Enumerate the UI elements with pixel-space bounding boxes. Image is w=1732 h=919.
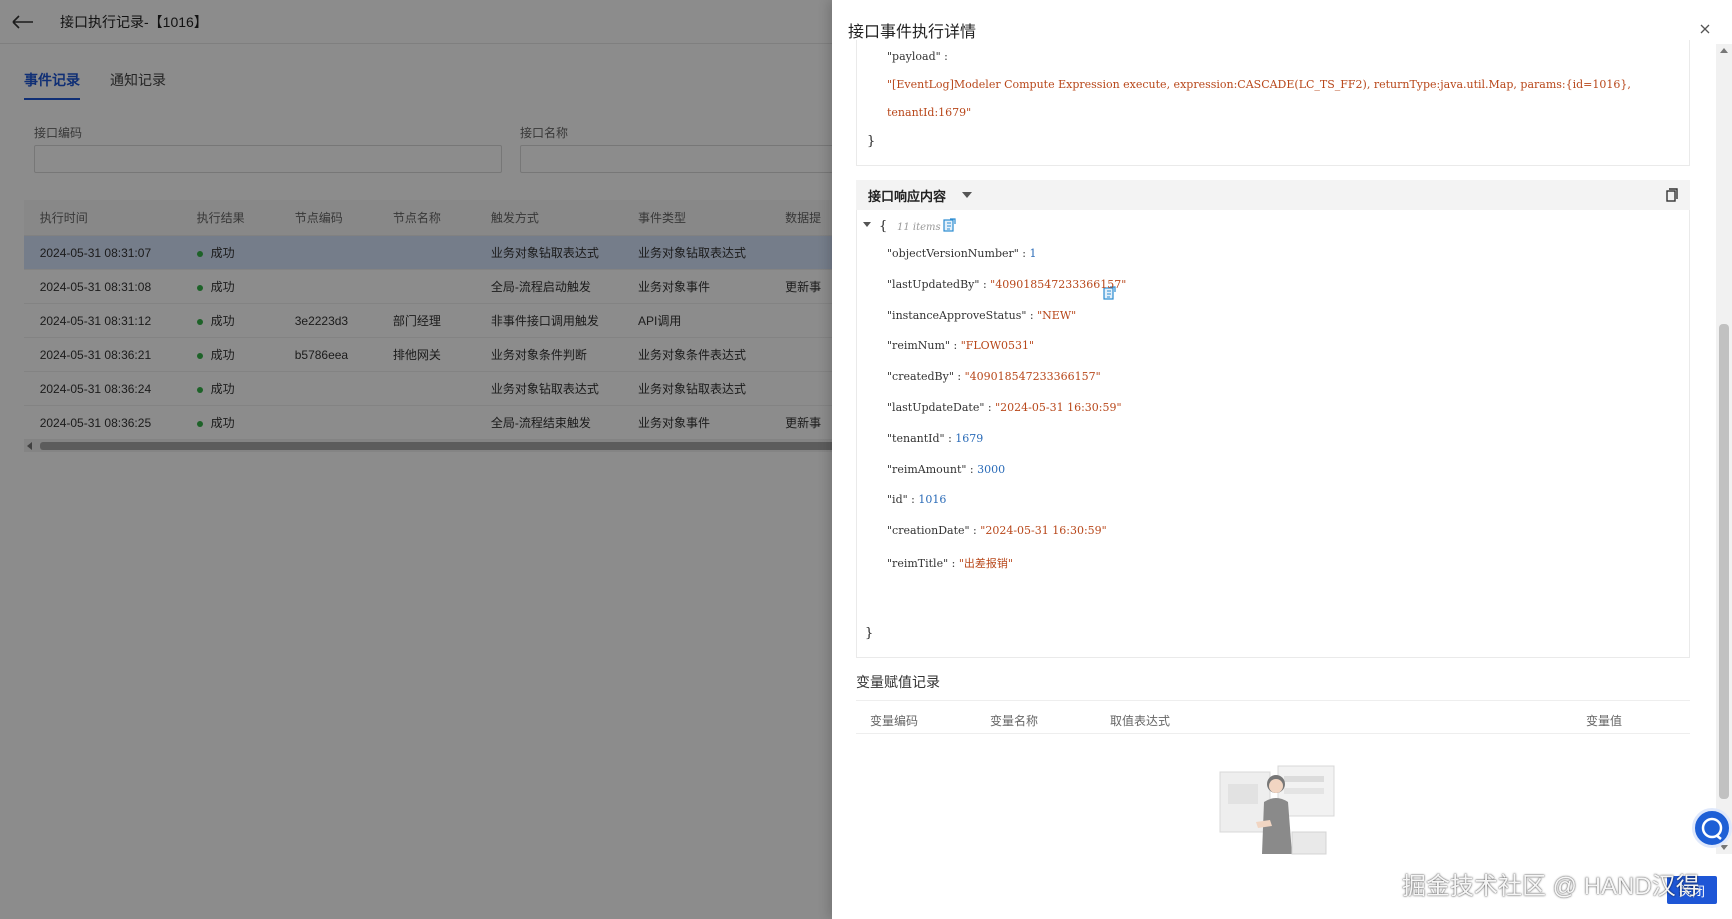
empty-state-illustration [1218,762,1338,858]
chevron-down-icon[interactable] [962,192,973,198]
copy-object-icon[interactable] [943,218,956,232]
modal-mask[interactable] [0,0,832,919]
col-variable-code: 变量编码 [870,714,919,728]
json-value[interactable]: "NEW" [1037,309,1076,322]
json-item-count: 11 items [897,222,941,233]
json-close-brace: } [865,626,874,641]
collapse-toggle-icon[interactable] [863,222,871,227]
copy-icon[interactable] [1666,188,1678,202]
chat-assistant-button[interactable] [1692,808,1732,848]
watermark-text: 掘金技术社区 @ HAND汉得 [1402,873,1700,900]
json-field: "instanceApproveStatus" : "NEW" [887,308,1077,322]
col-variable-name: 变量名称 [990,714,1039,728]
payload-key: "payload" : [887,50,948,63]
drawer-title: 接口事件执行详情 [848,24,977,41]
json-open-brace: { [879,219,888,234]
variable-table-header: 变量编码 变量名称 取值表达式 变量值 [856,700,1690,734]
json-value[interactable]: "2024-05-31 16:30:59" [995,401,1121,414]
scrollbar-thumb[interactable] [1719,324,1729,799]
json-value[interactable]: "FLOW0531" [961,339,1034,352]
json-field: "creationDate" : "2024-05-31 16:30:59" [887,524,1107,538]
json-key: "createdBy" [887,370,954,384]
col-value-expression: 取值表达式 [1110,714,1171,728]
payload-value-line2: tenantId:1679" [887,106,972,119]
json-field: "reimAmount" : 3000 [887,462,1006,476]
response-section-title: 接口响应内容 [868,188,947,204]
payload-value-line1: "[EventLog]Modeler Compute Expression ex… [887,78,1631,91]
vertical-scrollbar[interactable] [1716,44,1732,854]
json-value[interactable]: "出差报销" [959,557,1013,570]
json-field: "reimTitle" : "出差报销" [887,557,1013,570]
json-value[interactable]: "409018547233366157" [965,370,1101,383]
json-value[interactable]: "2024-05-31 16:30:59" [980,524,1106,537]
json-key: "reimNum" [887,339,950,353]
json-field: "tenantId" : 1679 [887,431,984,445]
close-icon[interactable] [1698,22,1712,36]
variable-records-title: 变量赋值记录 [856,674,940,690]
detail-drawer: 接口事件执行详情 "payload" : "[EventLog]Modeler … [832,0,1732,919]
json-key: "tenantId" [887,431,945,445]
json-key: "lastUpdateDate" [887,401,985,414]
json-value[interactable]: 1679 [955,432,983,445]
json-field: "objectVersionNumber" : 1 [887,247,1037,260]
json-value[interactable]: 1016 [918,493,946,506]
response-json-box: { 11 items "objectVersionNumber" : 1 "las… [856,210,1690,658]
json-field: "id" : 1016 [887,493,947,507]
response-section-header[interactable]: 接口响应内容 [856,180,1690,210]
json-value[interactable]: 1 [1030,247,1037,260]
json-field: "lastUpdatedBy" : "409018547233366157" [887,277,1127,291]
json-key: "instanceApproveStatus" [887,308,1027,322]
col-variable-value: 变量值 [1586,714,1623,728]
json-field: "lastUpdateDate" : "2024-05-31 16:30:59" [887,401,1122,414]
payload-close-brace: } [867,134,876,149]
json-value[interactable]: 3000 [977,463,1005,476]
json-key: "creationDate" [887,524,970,538]
json-key: "id" [887,493,908,507]
payload-json-box: "payload" : "[EventLog]Modeler Compute E… [856,40,1690,166]
json-value[interactable]: "409018547233366157" [990,278,1126,291]
json-field: "createdBy" : "409018547233366157" [887,370,1101,384]
json-key: "reimTitle" [887,557,949,570]
json-key: "lastUpdatedBy" [887,277,980,291]
json-key: "objectVersionNumber" [887,247,1019,260]
json-key: "reimAmount" [887,462,967,476]
scroll-up-arrow-icon[interactable] [1720,48,1728,53]
json-field: "reimNum" : "FLOW0531" [887,339,1035,353]
